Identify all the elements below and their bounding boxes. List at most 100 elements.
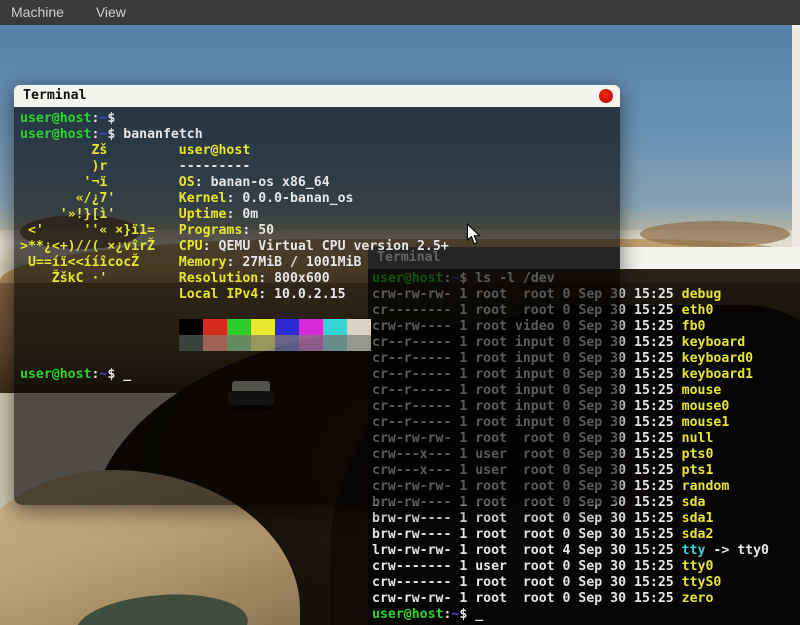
fetch-label: user@host	[179, 143, 250, 158]
device-name: keyboard0	[682, 351, 753, 366]
text-cursor: _	[123, 367, 131, 382]
fetch-label: Memory	[179, 255, 227, 270]
device-name: sda	[682, 495, 706, 510]
fetch-ascii-art: <' ''« ×}ï1=	[20, 223, 179, 238]
dev-listing-row: lrw-rw-rw- 1 root root 4 Sep 30 15:25 tt…	[372, 543, 800, 559]
color-swatch	[251, 319, 275, 335]
listing-attributes: brw-rw---- 1 root root 0 Sep 30 15:25	[372, 511, 682, 526]
color-swatch	[299, 335, 323, 351]
front-terminal-title-bar[interactable]: Terminal	[14, 85, 620, 107]
fetch-line: >**¿<+)//( ×¿vîrŽ CPU: QEMU Virtual CPU …	[20, 239, 620, 255]
fetch-value: : QEMU Virtual CPU version 2.5+	[203, 239, 449, 254]
dev-listing-row: crw-rw-rw- 1 root root 0 Sep 30 15:25 ze…	[372, 591, 800, 607]
color-swatch	[347, 319, 371, 335]
menu-bar: Machine View	[0, 0, 800, 25]
device-name: tty	[682, 543, 706, 558]
color-swatch	[299, 319, 323, 335]
fetch-value: : 27MiB / 1001MiB	[226, 255, 361, 270]
shell-command: bananfetch	[123, 127, 202, 142]
device-name: fb0	[682, 319, 706, 334]
listing-attributes: lrw-rw-rw- 1 root root 4 Sep 30 15:25	[372, 543, 682, 558]
blank-line	[20, 351, 620, 367]
color-palette-row	[20, 335, 620, 351]
device-name: zero	[682, 591, 714, 606]
vm-screen: Machine View Terminal user@host:~$ ls -l…	[0, 0, 800, 625]
dev-listing-row: brw-rw---- 1 root root 0 Sep 30 15:25 sd…	[372, 527, 800, 543]
menu-item-view[interactable]: View	[82, 0, 140, 25]
color-palette-row	[20, 319, 620, 335]
color-swatch	[179, 335, 203, 351]
fetch-ascii-art: U==íï<<ííîcocŽ	[20, 255, 179, 270]
device-name: null	[682, 431, 714, 446]
dev-listing-row: crw------- 1 user root 0 Sep 30 15:25 tt…	[372, 559, 800, 575]
dev-listing-row: brw-rw---- 1 root root 0 Sep 30 15:25 sd…	[372, 511, 800, 527]
mouse-cursor-icon	[466, 223, 481, 249]
prompt-dollar: $	[107, 111, 123, 126]
fetch-ascii-art: '»!}[ì'	[20, 207, 179, 222]
fetch-value: : 0.0.0-banan_os	[226, 191, 353, 206]
fetch-value: : 800x600	[258, 271, 329, 286]
fetch-ascii-art	[20, 287, 179, 302]
device-name: debug	[682, 287, 722, 302]
prompt-user-host: user@host	[20, 111, 91, 126]
color-swatch	[275, 335, 299, 351]
fetch-ascii-art: >**¿<+)//( ×¿vîrŽ	[20, 239, 179, 254]
fetch-line: '»!}[ì' Uptime: 0m	[20, 207, 620, 223]
fetch-ascii-art: ŽškC ·'	[20, 271, 179, 286]
fetch-line: )r ---------	[20, 159, 620, 175]
color-swatch	[227, 319, 251, 335]
fetch-line: Zš user@host	[20, 143, 620, 159]
back-terminal-title-bar-right	[620, 247, 800, 269]
blank-line	[20, 303, 620, 319]
shell-prompt-line: user@host:~$ _	[372, 607, 800, 623]
device-name: keyboard	[682, 335, 746, 350]
device-name: mouse	[682, 383, 722, 398]
fetch-line: ŽškC ·' Resolution: 800x600	[20, 271, 620, 287]
device-name: mouse1	[682, 415, 730, 430]
prompt-user-host: user@host	[372, 607, 443, 622]
prompt-dollar: $	[459, 607, 475, 622]
close-icon[interactable]	[599, 89, 613, 103]
fetch-label: Kernel	[179, 191, 227, 206]
device-name: ttyS0	[682, 575, 722, 590]
color-swatch	[203, 319, 227, 335]
device-name: pts0	[682, 447, 714, 462]
color-swatch	[275, 319, 299, 335]
color-swatch	[251, 335, 275, 351]
fetch-label: Uptime	[179, 207, 227, 222]
device-name: sda1	[682, 511, 714, 526]
fetch-ascii-art: Zš	[20, 143, 179, 158]
desktop-wallpaper[interactable]: Terminal user@host:~$ ls -l /devcrw-rw-r…	[0, 25, 800, 625]
device-name: eth0	[682, 303, 714, 318]
device-name: keyboard1	[682, 367, 753, 382]
device-name: sda2	[682, 527, 714, 542]
fetch-line: U==íï<<ííîcocŽ Memory: 27MiB / 1001MiB	[20, 255, 620, 271]
symlink-target: -> tty0	[705, 543, 769, 558]
fetch-line: «/¿7' Kernel: 0.0.0-banan_os	[20, 191, 620, 207]
prompt-user-host: user@host	[20, 127, 91, 142]
fetch-value: : banan-os x86_64	[195, 175, 330, 190]
fetch-label: Resolution	[179, 271, 258, 286]
fetch-line: '¬ï OS: banan-os x86_64	[20, 175, 620, 191]
color-swatch	[347, 335, 371, 351]
color-swatch	[203, 335, 227, 351]
front-terminal-title: Terminal	[23, 88, 87, 103]
fetch-value: : 50	[242, 223, 274, 238]
device-name: mouse0	[682, 399, 730, 414]
shell-prompt-line: user@host:~$ _	[20, 367, 620, 383]
listing-attributes: crw-rw-rw- 1 root root 0 Sep 30 15:25	[372, 591, 682, 606]
fetch-line: <' ''« ×}ï1= Programs: 50	[20, 223, 620, 239]
menu-item-machine[interactable]: Machine	[0, 0, 78, 25]
fetch-value: ---------	[179, 159, 250, 174]
terminal-window-bananfetch[interactable]: Terminal user@host:~$ user@host:~$ banan…	[14, 85, 620, 505]
prompt-user-host: user@host	[20, 367, 91, 382]
prompt-dollar: $	[107, 367, 123, 382]
device-name: random	[682, 479, 730, 494]
color-swatch	[227, 335, 251, 351]
fetch-label: Local IPv4	[179, 287, 258, 302]
listing-attributes: brw-rw---- 1 root root 0 Sep 30 15:25	[372, 527, 682, 542]
fetch-value: : 0m	[226, 207, 258, 222]
color-swatch	[323, 319, 347, 335]
prompt-dollar: $	[107, 127, 123, 142]
front-terminal-content[interactable]: user@host:~$ user@host:~$ bananfetch Zš …	[14, 107, 620, 505]
